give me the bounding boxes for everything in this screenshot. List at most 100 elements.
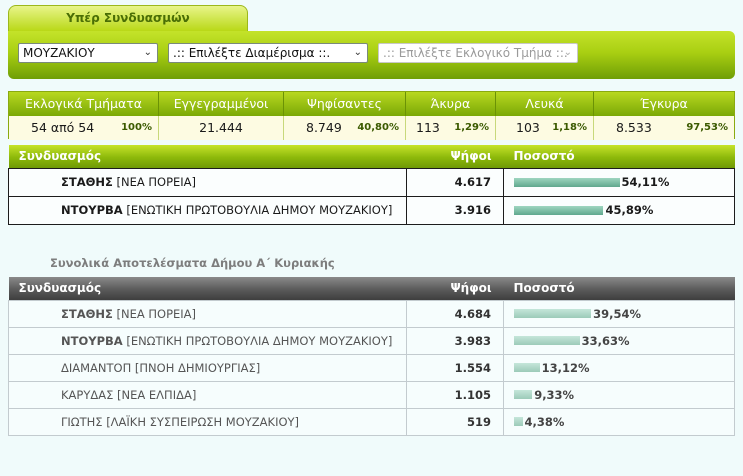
votes-cell: 519 [406,407,504,436]
votes-cell: 1.554 [406,353,504,382]
table-row: ΝΤΟΥΡΒΑ [ΕΝΩΤΙΚΗ ΠΡΩΤΟΒΟΥΛΙΑ ΔΗΜΟΥ ΜΟΥΖΑ… [8,326,735,355]
district-select-value: .:: Επιλέξτε Διαμέρισμα ::. [173,46,331,60]
candidate-name: ΚΑΡΥΔΑΣ [61,387,114,402]
stats-valid-cell: 8.533 97,53% [594,116,734,140]
invalid-percent: 1,29% [454,122,489,133]
sections-percent: 100% [121,122,152,133]
col-percent: Ποσοστό [503,145,735,168]
candidate-name: ΓΙΩΤΗΣ [61,414,103,429]
municipality-select[interactable]: ΜΟΥΖΑΚΙΟΥ ⌄ [18,43,158,63]
percent-bar [514,363,540,372]
candidate-name: ΔΙΑΜΑΝΤΟΠ [61,360,132,375]
sections-value: 54 από 54 [31,120,95,135]
percent-value: 39,54% [593,306,641,321]
candidate-name: ΣΤΑΘΗΣ [61,306,113,321]
candidate-name: ΝΤΟΥΡΒΑ [61,333,123,348]
percent-bar [514,177,620,187]
stats-value-row: 54 από 54 100% 21.444 8.749 40,80% 113 1… [9,116,734,140]
tab-party-results[interactable]: Υπέρ Συνδυασμών [8,5,248,31]
percent-bar [514,205,604,215]
turnout-stats: Εκλογικά Τμήματα Εγγεγραμμένοι Ψηφίσαντε… [8,91,735,140]
table-row: ΓΙΩΤΗΣ [ΛΑΪΚΗ ΣΥΣΠΕΙΡΩΣΗ ΜΟΥΖΑΚΙΟΥ] 519 4,… [8,407,735,436]
stats-header-sections: Εκλογικά Τμήματα [9,92,159,116]
percent-cell: 33,63% [503,326,735,355]
stats-header-registered: Εγγεγραμμένοι [159,92,284,116]
combination-cell: ΣΤΑΘΗΣ [ΝΕΑ ΠΟΡΕΙΑ] [8,299,407,328]
table-header-row: Συνδυασμός Ψήφοι Ποσοστό [8,145,735,168]
col-percent: Ποσοστό [503,277,735,300]
combination-cell: ΝΤΟΥΡΒΑ [ΕΝΩΤΙΚΗ ΠΡΩΤΟΒΟΥΛΙΑ ΔΗΜΟΥ ΜΟΥΖΑ… [8,195,407,225]
district-select[interactable]: .:: Επιλέξτε Διαμέρισμα ::. ⌄ [168,43,368,63]
party-name: [ΝΕΑ ΠΟΡΕΙΑ] [116,306,197,321]
votes-cell: 1.105 [406,380,504,409]
combination-cell: ΚΑΡΥΔΑΣ [ΝΕΑ ΕΛΠΙΔΑ] [8,380,407,409]
col-combination: Συνδυασμός [8,277,407,300]
municipality-select-value: ΜΟΥΖΑΚΙΟΥ [23,46,95,60]
table-row: ΣΤΑΘΗΣ [ΝΕΑ ΠΟΡΕΙΑ] 4.684 39,54% [8,299,735,328]
registered-value: 21.444 [159,116,284,140]
percent-cell: 4,38% [503,407,735,436]
percent-value: 54,11% [621,175,670,189]
percent-cell: 54,11% [503,167,735,197]
stats-header-valid: Έγκυρα [640,96,688,111]
votes-cell: 3.983 [406,326,504,355]
percent-bar [514,336,580,345]
col-votes: Ψήφοι [406,277,504,300]
valid-percent: 97,53% [686,122,728,133]
votes-cell: 4.617 [406,167,504,197]
party-name: [ΛΑΪΚΗ ΣΥΣΠΕΙΡΩΣΗ ΜΟΥΖΑΚΙΟΥ] [106,414,300,429]
percent-bar [514,309,592,318]
voted-value: 8.749 [306,120,342,135]
percent-cell: 45,89% [503,195,735,225]
stats-blank-cell: 103 1,18% [496,116,594,140]
candidate-name: ΝΤΟΥΡΒΑ [61,203,123,217]
combination-cell: ΔΙΑΜΑΝΤΟΠ [ΠΝΟΗ ΔΗΜΙΟΥΡΓΙΑΣ] [8,353,407,382]
percent-bar [514,417,523,426]
party-name: [ΝΕΑ ΠΟΡΕΙΑ] [116,175,197,189]
percent-value: 4,38% [524,414,565,429]
votes-cell: 4.684 [406,299,504,328]
chevron-down-icon: ⌄ [563,47,572,58]
percent-value: 9,33% [534,387,575,402]
section-select[interactable]: .:: Επιλέξτε Εκλογικό Τμήμα ::. ⌄ [378,43,578,63]
stats-header-invalid: Άκυρα [406,92,496,116]
table-row: ΝΤΟΥΡΒΑ [ΕΝΩΤΙΚΗ ΠΡΩΤΟΒΟΥΛΙΑ ΔΗΜΟΥ ΜΟΥΖΑ… [8,195,735,225]
percent-value: 33,63% [581,333,630,348]
votes-cell: 3.916 [406,195,504,225]
percent-value: 45,89% [605,203,654,217]
stats-invalid-cell: 113 1,29% [406,116,496,140]
col-votes: Ψήφοι [406,145,504,168]
percent-bar [514,390,533,399]
valid-value: 8.533 [616,120,652,135]
stats-header-voted: Ψηφίσαντες [284,92,406,116]
table-row: ΚΑΡΥΔΑΣ [ΝΕΑ ΕΛΠΙΔΑ] 1.105 9,33% [8,380,735,409]
stats-header-blank: Λευκά [496,92,594,116]
percent-value: 13,12% [541,360,590,375]
percent-cell: 39,54% [503,299,735,328]
chevron-down-icon: ⌄ [143,47,152,58]
party-name: [ΠΝΟΗ ΔΗΜΙΟΥΡΓΙΑΣ] [134,360,261,375]
table-row: ΔΙΑΜΑΝΤΟΠ [ΠΝΟΗ ΔΗΜΙΟΥΡΓΙΑΣ] 1.554 13,12% [8,353,735,382]
percent-cell: 13,12% [503,353,735,382]
section-results-table: Συνδυασμός Ψήφοι Ποσοστό ΣΤΑΘΗΣ [ΝΕΑ ΠΟΡ… [8,145,735,225]
stats-header-row: Εκλογικά Τμήματα Εγγεγραμμένοι Ψηφίσαντε… [9,92,734,116]
chevron-down-icon: ⌄ [353,47,362,58]
selector-bar: ΜΟΥΖΑΚΙΟΥ ⌄ .:: Επιλέξτε Διαμέρισμα ::. … [8,31,735,79]
combination-cell: ΣΤΑΘΗΣ [ΝΕΑ ΠΟΡΕΙΑ] [8,167,407,197]
party-name: [ΝΕΑ ΕΛΠΙΔΑ] [117,387,197,402]
percent-cell: 9,33% [503,380,735,409]
table-row: ΣΤΑΘΗΣ [ΝΕΑ ΠΟΡΕΙΑ] 4.617 54,11% [8,167,735,197]
col-combination: Συνδυασμός [8,145,407,168]
party-name: [ΕΝΩΤΙΚΗ ΠΡΩΤΟΒΟΥΛΙΑ ΔΗΜΟΥ ΜΟΥΖΑΚΙΟΥ] [126,333,393,348]
candidate-name: ΣΤΑΘΗΣ [61,175,113,189]
party-name: [ΕΝΩΤΙΚΗ ΠΡΩΤΟΒΟΥΛΙΑ ΔΗΜΟΥ ΜΟΥΖΑΚΙΟΥ] [126,203,393,217]
overall-results-table: Συνδυασμός Ψήφοι Ποσοστό ΣΤΑΘΗΣ [ΝΕΑ ΠΟΡ… [8,277,735,436]
section-select-value: .:: Επιλέξτε Εκλογικό Τμήμα ::. [383,46,568,60]
stats-sections-cell: 54 από 54 100% [9,116,159,140]
overall-results-title: Συνολικά Αποτελέσματα Δήμου Α΄ Κυριακής [50,256,335,270]
combination-cell: ΓΙΩΤΗΣ [ΛΑΪΚΗ ΣΥΣΠΕΙΡΩΣΗ ΜΟΥΖΑΚΙΟΥ] [8,407,407,436]
voted-percent: 40,80% [357,122,399,133]
blank-value: 103 [516,120,540,135]
table-header-row: Συνδυασμός Ψήφοι Ποσοστό [8,277,735,300]
blank-percent: 1,18% [552,122,587,133]
